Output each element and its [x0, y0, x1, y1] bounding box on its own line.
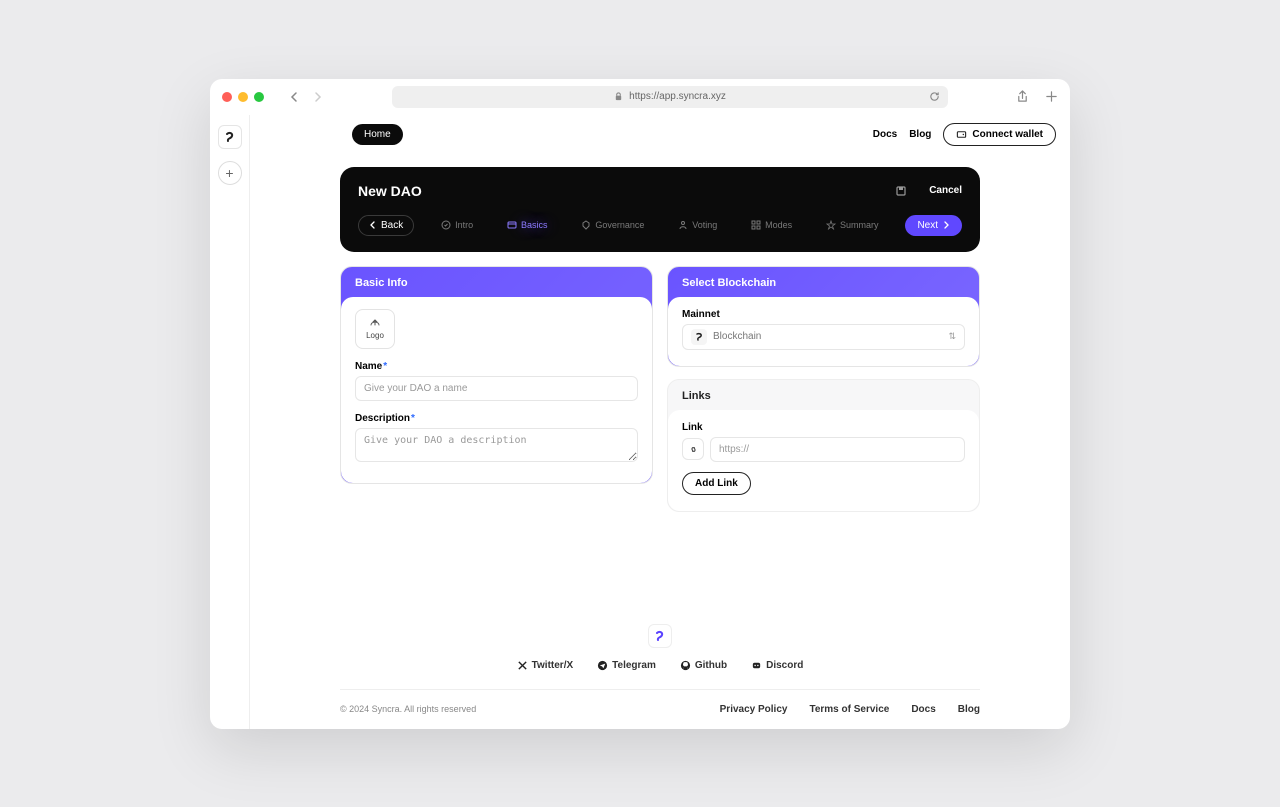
wizard-header: New DAO Cancel Ba [340, 167, 980, 252]
logo-upload[interactable]: Logo [355, 309, 395, 349]
docs-link[interactable]: Docs [873, 129, 897, 140]
connect-wallet-button[interactable]: Connect wallet [943, 123, 1056, 146]
refresh-icon[interactable] [929, 91, 940, 102]
add-dao-button[interactable]: + [218, 161, 242, 185]
select-chevron-icon: ⇅ [948, 331, 956, 342]
right-column: Select Blockchain Mainnet Blockchain ⇅ [667, 266, 980, 512]
link-icon [682, 438, 704, 460]
main-area: Home Docs Blog Connect wallet New DAO [250, 115, 1070, 729]
cancel-button[interactable]: Cancel [929, 185, 962, 196]
left-sidebar: + [210, 115, 250, 729]
telegram-link[interactable]: Telegram [597, 660, 656, 671]
step-summary[interactable]: Summary [826, 220, 879, 230]
panels: Basic Info Logo Name* Des [340, 266, 980, 512]
blockchain-select[interactable]: Blockchain ⇅ [682, 324, 965, 350]
add-link-button[interactable]: Add Link [682, 472, 751, 495]
wallet-icon [956, 129, 967, 140]
upload-icon [369, 317, 381, 329]
mainnet-label: Mainnet [682, 309, 965, 320]
footer-docs-link[interactable]: Docs [911, 704, 935, 715]
share-icon[interactable] [1016, 90, 1029, 103]
name-input[interactable] [355, 376, 638, 401]
step-governance[interactable]: Governance [581, 220, 644, 230]
url-text: https://app.syncra.xyz [629, 91, 726, 102]
blockchain-panel: Select Blockchain Mainnet Blockchain ⇅ [667, 266, 980, 367]
next-label: Next [917, 220, 938, 231]
back-button[interactable]: Back [358, 215, 414, 236]
close-window-icon[interactable] [222, 92, 232, 102]
intro-icon [441, 220, 451, 230]
footer-logo-row [264, 624, 1056, 648]
browser-window: https://app.syncra.xyz + Home Do [210, 79, 1070, 729]
basics-icon [507, 220, 517, 230]
titlebar: https://app.syncra.xyz [210, 79, 1070, 115]
lock-icon [614, 92, 623, 101]
footer-links: Privacy Policy Terms of Service Docs Blo… [720, 704, 980, 715]
chain-icon [691, 329, 707, 345]
twitter-link[interactable]: Twitter/X [517, 660, 573, 671]
footer: Twitter/X Telegram Github Discord [250, 604, 1070, 729]
name-label: Name* [355, 361, 638, 372]
minimize-window-icon[interactable] [238, 92, 248, 102]
connect-wallet-label: Connect wallet [972, 129, 1043, 140]
summary-icon [826, 220, 836, 230]
twitter-icon [517, 660, 528, 671]
privacy-link[interactable]: Privacy Policy [720, 704, 788, 715]
discord-icon [751, 660, 762, 671]
blockchain-title: Select Blockchain [668, 267, 979, 297]
app-root: + Home Docs Blog Connect wallet New DAO [210, 115, 1070, 729]
titlebar-right [1016, 90, 1058, 103]
step-voting[interactable]: Voting [678, 220, 717, 230]
chevron-right-icon [942, 221, 950, 229]
url-bar[interactable]: https://app.syncra.xyz [392, 86, 948, 108]
forward-nav-icon[interactable] [312, 91, 324, 103]
step-row: Back Intro Basics [358, 215, 962, 236]
left-column: Basic Info Logo Name* Des [340, 266, 653, 512]
links-panel: Links Link Add Link [667, 379, 980, 512]
content: New DAO Cancel Ba [250, 155, 1070, 532]
voting-icon [678, 220, 688, 230]
github-link[interactable]: Github [680, 660, 727, 671]
wizard-title: New DAO [358, 183, 422, 199]
step-basics[interactable]: Basics [507, 220, 548, 230]
chevron-left-icon [369, 221, 377, 229]
copyright: © 2024 Syncra. All rights reserved [340, 704, 476, 714]
nav-buttons [288, 91, 324, 103]
link-label: Link [682, 422, 965, 433]
step-intro[interactable]: Intro [441, 220, 473, 230]
governance-icon [581, 220, 591, 230]
traffic-lights [222, 92, 264, 102]
blog-link[interactable]: Blog [909, 129, 931, 140]
basic-info-panel: Basic Info Logo Name* Des [340, 266, 653, 484]
footer-divider [340, 689, 980, 690]
socials: Twitter/X Telegram Github Discord [264, 660, 1056, 671]
footer-bottom: © 2024 Syncra. All rights reserved Priva… [340, 704, 980, 715]
github-icon [680, 660, 691, 671]
app-logo[interactable] [218, 125, 242, 149]
links-title: Links [668, 380, 979, 410]
terms-link[interactable]: Terms of Service [809, 704, 889, 715]
footer-blog-link[interactable]: Blog [958, 704, 980, 715]
basic-info-title: Basic Info [341, 267, 652, 297]
logo-upload-label: Logo [366, 331, 384, 340]
maximize-window-icon[interactable] [254, 92, 264, 102]
modes-icon [751, 220, 761, 230]
back-label: Back [381, 220, 403, 231]
save-draft-icon[interactable] [891, 181, 911, 201]
footer-logo [648, 624, 672, 648]
blockchain-select-placeholder: Blockchain [713, 331, 761, 342]
back-nav-icon[interactable] [288, 91, 300, 103]
step-modes[interactable]: Modes [751, 220, 792, 230]
topbar: Home Docs Blog Connect wallet [250, 115, 1070, 155]
next-button[interactable]: Next [905, 215, 962, 236]
description-label: Description* [355, 413, 638, 424]
home-pill[interactable]: Home [352, 124, 403, 145]
telegram-icon [597, 660, 608, 671]
discord-link[interactable]: Discord [751, 660, 803, 671]
new-tab-icon[interactable] [1045, 90, 1058, 103]
description-input[interactable] [355, 428, 638, 462]
step-list: Intro Basics Governance [424, 220, 895, 230]
link-input[interactable] [710, 437, 965, 462]
